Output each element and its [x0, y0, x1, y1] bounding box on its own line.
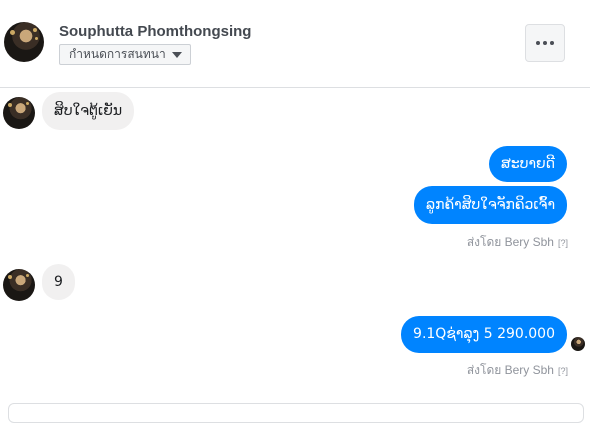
- contact-avatar-small[interactable]: [3, 97, 35, 129]
- more-options-button[interactable]: [525, 24, 565, 62]
- message-bubble-incoming[interactable]: 9: [42, 264, 75, 300]
- conversation-settings-label: กำหนดการสนทนา: [69, 47, 166, 61]
- conversation-header: Souphutta Phomthongsing กำหนดการสนทนา: [0, 0, 590, 88]
- sent-by-help-link[interactable]: [?]: [558, 366, 568, 376]
- conversation-settings-dropdown[interactable]: กำหนดการสนทนา: [59, 44, 191, 65]
- sent-by-text: ส่งโดย Bery Sbh: [466, 363, 554, 377]
- sent-by-help-link[interactable]: [?]: [558, 238, 568, 248]
- message-composer[interactable]: [8, 403, 584, 423]
- read-receipt-avatar: [571, 337, 585, 351]
- contact-avatar-small[interactable]: [3, 269, 35, 301]
- contact-avatar[interactable]: [4, 22, 44, 62]
- message-bubble-outgoing[interactable]: 9.1Qຊ່າລຸງ 5 290.000: [401, 316, 567, 353]
- contact-name[interactable]: Souphutta Phomthongsing: [59, 23, 251, 40]
- sent-by-text: ส่งโดย Bery Sbh: [466, 235, 554, 249]
- message-bubble-outgoing[interactable]: ສະບາຍດີ: [489, 146, 567, 182]
- sent-by-label: ส่งโดย Bery Sbh [?]: [467, 233, 568, 252]
- message-bubble-incoming[interactable]: ສິບໃຈຕູ້ເຍັນ: [42, 92, 135, 130]
- caret-down-icon: [171, 52, 182, 58]
- sent-by-label: ส่งโดย Bery Sbh [?]: [467, 361, 568, 380]
- more-dots-icon: [536, 41, 554, 45]
- message-bubble-outgoing[interactable]: ລູກຄ້າສິບໃຈຈັກຄິວເຈົ້າ: [414, 186, 567, 224]
